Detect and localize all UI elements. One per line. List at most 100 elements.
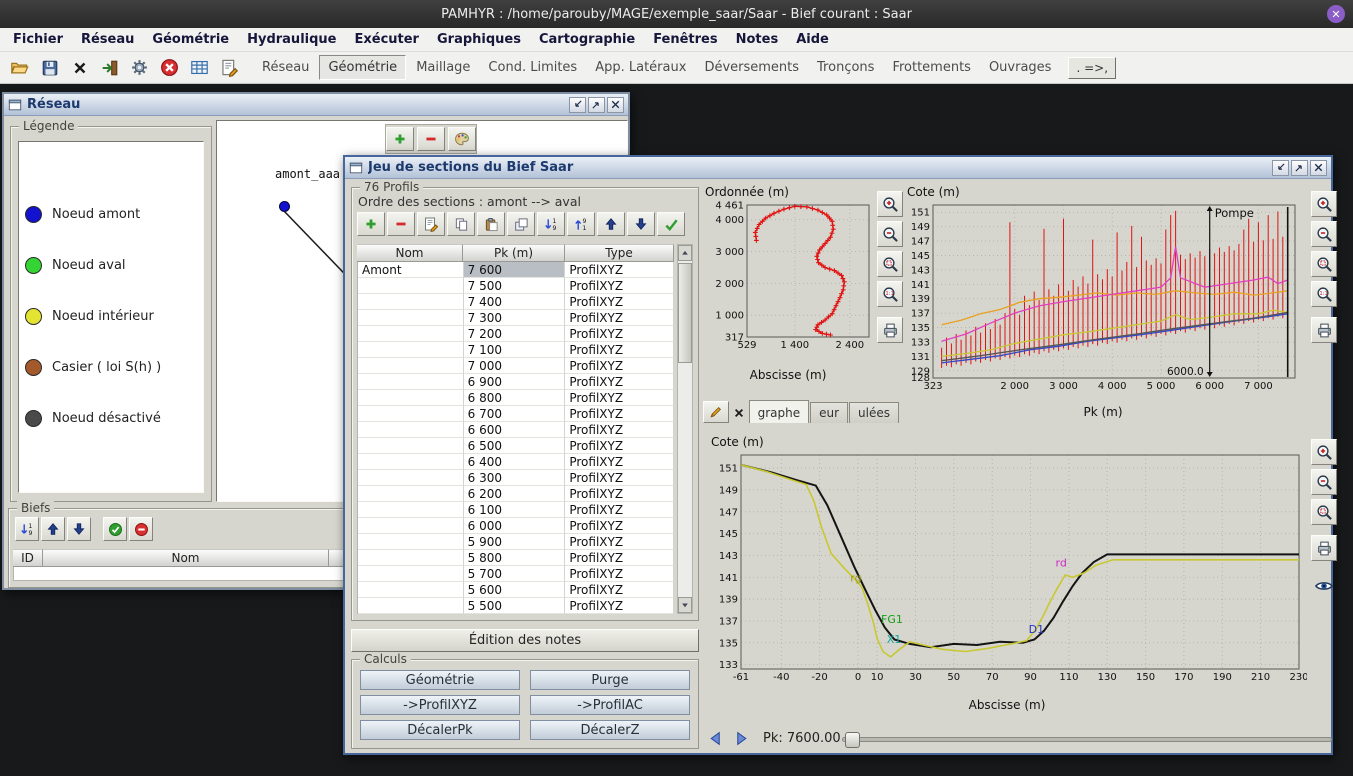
section-cell[interactable] (358, 502, 464, 518)
section-row[interactable]: 6 300ProfilXYZ (358, 470, 674, 486)
section-row[interactable]: 6 400ProfilXYZ (358, 454, 674, 470)
zoom-out-icon[interactable] (1311, 469, 1337, 495)
long-profile-canvas[interactable]: 1511491471451431411391371351331311293232… (901, 200, 1305, 402)
edit-notes-button[interactable]: Édition des notes (351, 629, 699, 652)
menu-aide[interactable]: Aide (787, 29, 838, 50)
calc-decalerpk[interactable]: DécalerPk (360, 720, 520, 740)
section-cell[interactable]: 5 800 (464, 550, 566, 566)
zoom-reset-icon[interactable]: 1:1 (877, 281, 903, 307)
section-row[interactable]: 7 200ProfilXYZ (358, 326, 674, 342)
section-cell[interactable]: ProfilXYZ (565, 406, 674, 422)
section-cell[interactable]: ProfilXYZ (565, 598, 674, 614)
section-cell[interactable]: ProfilXYZ (565, 486, 674, 502)
calc-purge[interactable]: Purge (530, 670, 690, 690)
delete-bief-icon[interactable] (129, 517, 153, 541)
col-pk[interactable]: Pk (m) (463, 244, 565, 262)
window-minimize-button[interactable] (1272, 160, 1289, 176)
calc-geometrie[interactable]: Géométrie (360, 670, 520, 690)
window-close-button[interactable] (607, 97, 624, 113)
next-section-icon[interactable] (731, 728, 751, 748)
section-cell[interactable]: 7 200 (464, 326, 566, 342)
close-file-icon[interactable] (66, 55, 93, 81)
col-type[interactable]: Type (565, 244, 674, 262)
zoom-window-icon[interactable] (1311, 251, 1337, 277)
menu-geometrie[interactable]: Géométrie (143, 29, 238, 50)
section-cell[interactable]: 5 600 (464, 582, 566, 598)
section-row[interactable]: 7 100ProfilXYZ (358, 342, 674, 358)
toolbar-app-lateraux[interactable]: App. Latéraux (587, 56, 694, 79)
section-cell[interactable] (358, 278, 464, 294)
menu-hydraulique[interactable]: Hydraulique (238, 29, 345, 50)
app-titlebar[interactable]: PAMHYR : /home/parouby/MAGE/exemple_saar… (0, 0, 1353, 28)
section-cell[interactable] (358, 534, 464, 550)
section-cell[interactable]: 5 900 (464, 534, 566, 550)
section-cell[interactable]: 7 100 (464, 342, 566, 358)
duplicate-icon[interactable] (507, 212, 535, 236)
section-cell[interactable]: 6 100 (464, 502, 566, 518)
section-cell[interactable]: ProfilXYZ (565, 438, 674, 454)
remove-node-button[interactable] (417, 127, 445, 151)
section-cell[interactable]: 6 200 (464, 486, 566, 502)
section-cell[interactable]: 6 300 (464, 470, 566, 486)
section-row[interactable]: 6 200ProfilXYZ (358, 486, 674, 502)
scroll-up-icon[interactable] (678, 245, 692, 261)
section-cell[interactable] (358, 342, 464, 358)
menu-reseau[interactable]: Réseau (72, 29, 143, 50)
calc-profilxyz[interactable]: ->ProfilXYZ (360, 695, 520, 715)
sort-icon[interactable]: 19 (15, 517, 39, 541)
section-row[interactable]: 5 600ProfilXYZ (358, 582, 674, 598)
menu-notes[interactable]: Notes (727, 29, 788, 50)
section-row[interactable]: 6 900ProfilXYZ (358, 374, 674, 390)
move-up-icon[interactable] (41, 517, 65, 541)
sort-desc-icon[interactable]: 19 (537, 212, 565, 236)
toolbar-maillage[interactable]: Maillage (408, 56, 478, 79)
menu-fenetres[interactable]: Fenêtres (644, 29, 726, 50)
section-cell[interactable]: ProfilXYZ (565, 390, 674, 406)
add-node-button[interactable] (386, 127, 414, 151)
menu-executer[interactable]: Exécuter (345, 29, 428, 50)
zoom-in-icon[interactable] (1311, 439, 1337, 465)
section-cell[interactable]: 5 700 (464, 566, 566, 582)
section-row[interactable]: 6 000ProfilXYZ (358, 518, 674, 534)
section-cell[interactable] (358, 374, 464, 390)
section-cell[interactable]: ProfilXYZ (565, 422, 674, 438)
section-cell[interactable] (358, 406, 464, 422)
section-cell[interactable]: 5 500 (464, 598, 566, 614)
settings-gear-icon[interactable] (126, 55, 153, 81)
remove-profile-icon[interactable] (387, 212, 415, 236)
section-cell[interactable]: ProfilXYZ (565, 358, 674, 374)
section-cell[interactable]: ProfilXYZ (565, 518, 674, 534)
section-cell[interactable] (358, 422, 464, 438)
prev-section-icon[interactable] (705, 728, 725, 748)
section-cell[interactable] (358, 310, 464, 326)
biefs-col-id[interactable]: ID (13, 549, 43, 567)
move-down-icon[interactable] (627, 212, 655, 236)
section-cell[interactable]: ProfilXYZ (565, 582, 674, 598)
eye-icon[interactable] (1311, 575, 1337, 597)
section-cell[interactable]: 6 600 (464, 422, 566, 438)
pk-slider[interactable] (842, 737, 1332, 742)
window-minimize-button[interactable] (569, 97, 586, 113)
copy-icon[interactable] (447, 212, 475, 236)
section-cell[interactable]: 6 500 (464, 438, 566, 454)
biefs-col-nom[interactable]: Nom (43, 549, 329, 567)
section-cell[interactable]: ProfilXYZ (565, 470, 674, 486)
section-cell[interactable]: ProfilXYZ (565, 310, 674, 326)
section-cell[interactable]: 6 400 (464, 454, 566, 470)
section-cell[interactable] (358, 326, 464, 342)
section-cell[interactable]: Amont (358, 262, 464, 278)
plan-chart-canvas[interactable]: 4 4614 0003 0002 0001 0003175291 4002 40… (703, 200, 873, 365)
calc-decalerz[interactable]: DécalerZ (530, 720, 690, 740)
section-cell[interactable]: ProfilXYZ (565, 278, 674, 294)
section-cell[interactable]: ProfilXYZ (565, 294, 674, 310)
zoom-window-icon[interactable] (877, 251, 903, 277)
edit-pencil-icon[interactable] (703, 401, 729, 423)
section-cell[interactable]: 6 000 (464, 518, 566, 534)
zoom-out-icon[interactable] (1311, 221, 1337, 247)
section-cell[interactable] (358, 518, 464, 534)
section-row[interactable]: 6 500ProfilXYZ (358, 438, 674, 454)
scrollbar-thumb[interactable] (678, 263, 692, 363)
table-scrollbar[interactable] (677, 244, 693, 614)
zoom-in-icon[interactable] (877, 191, 903, 217)
toolbar-cond-limites[interactable]: Cond. Limites (480, 56, 585, 79)
